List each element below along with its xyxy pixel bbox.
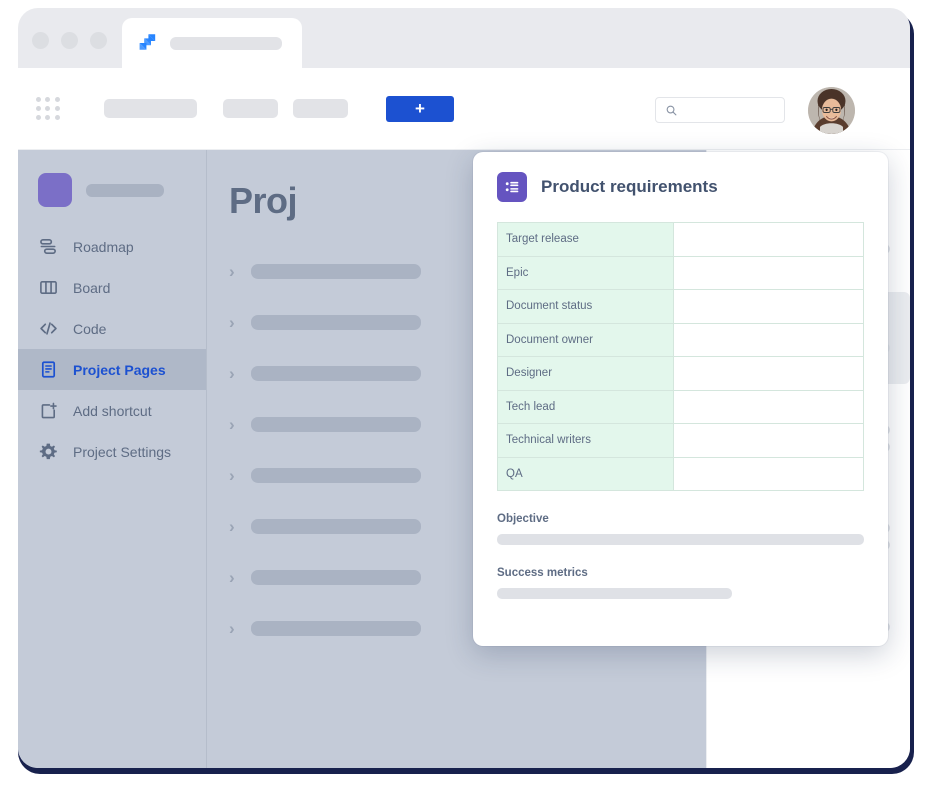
- sidebar-item-board[interactable]: Board: [18, 267, 206, 308]
- table-cell-key: Target release: [498, 223, 674, 257]
- project-avatar: [38, 173, 72, 207]
- sidebar-item-label: Board: [73, 280, 110, 296]
- nav-item-1-placeholder[interactable]: [104, 99, 197, 118]
- code-icon: [38, 318, 59, 339]
- list-item-placeholder: [251, 264, 421, 279]
- project-name-placeholder: [86, 184, 164, 197]
- sidebar-nav-list: Roadmap Board: [18, 226, 206, 472]
- table-row: Epic: [498, 256, 864, 290]
- product-requirements-preview-modal: Product requirements Target release Epic: [473, 152, 888, 646]
- minimize-window-button[interactable]: [61, 32, 78, 49]
- board-icon: [38, 277, 59, 298]
- maximize-window-button[interactable]: [90, 32, 107, 49]
- gear-icon: [38, 441, 59, 462]
- main-content: Proj › › › › ›: [206, 150, 706, 768]
- nav-item-2-placeholder[interactable]: [223, 99, 278, 118]
- table-cell-value[interactable]: [673, 323, 863, 357]
- grid-apps-icon[interactable]: [36, 97, 60, 121]
- requirements-table: Target release Epic Document status: [497, 222, 864, 491]
- roadmap-icon: [38, 236, 59, 257]
- table-cell-key: Designer: [498, 357, 674, 391]
- table-row: Technical writers: [498, 424, 864, 458]
- search-input[interactable]: [683, 105, 778, 116]
- browser-tab[interactable]: [122, 18, 302, 68]
- table-row: Tech lead: [498, 390, 864, 424]
- jira-logo-icon: [136, 32, 158, 54]
- sidebar-item-label: Project Settings: [73, 444, 171, 460]
- table-cell-key: Document status: [498, 290, 674, 324]
- list-item-placeholder: [251, 468, 421, 483]
- sidebar-item-project-settings[interactable]: Project Settings: [18, 431, 206, 472]
- sidebar-item-label: Project Pages: [73, 362, 166, 378]
- table-cell-key: QA: [498, 457, 674, 491]
- list-item-placeholder: [251, 417, 421, 432]
- sidebar-item-label: Roadmap: [73, 239, 134, 255]
- success-metrics-placeholder: [497, 588, 732, 599]
- nav-item-3-placeholder[interactable]: [293, 99, 348, 118]
- chevron-right-icon[interactable]: ›: [229, 314, 235, 331]
- table-cell-key: Epic: [498, 256, 674, 290]
- add-shortcut-icon: [38, 400, 59, 421]
- sidebar-item-label: Add shortcut: [73, 403, 152, 419]
- sidebar-item-label: Code: [73, 321, 106, 337]
- product-requirements-icon: [497, 172, 527, 202]
- search-icon: [666, 105, 677, 116]
- table-cell-value[interactable]: [673, 424, 863, 458]
- table-row: Designer: [498, 357, 864, 391]
- table-cell-value[interactable]: [673, 223, 863, 257]
- table-row: Document status: [498, 290, 864, 324]
- table-cell-value[interactable]: [673, 357, 863, 391]
- chevron-right-icon[interactable]: ›: [229, 569, 235, 586]
- table-cell-value[interactable]: [673, 290, 863, 324]
- objective-placeholder: [497, 534, 864, 545]
- list-item-placeholder: [251, 366, 421, 381]
- avatar[interactable]: [808, 87, 855, 134]
- table-row: Target release: [498, 223, 864, 257]
- chevron-right-icon[interactable]: ›: [229, 365, 235, 382]
- chevron-right-icon[interactable]: ›: [229, 620, 235, 637]
- sidebar-item-code[interactable]: Code: [18, 308, 206, 349]
- chevron-right-icon[interactable]: ›: [229, 263, 235, 280]
- table-cell-value[interactable]: [673, 256, 863, 290]
- modal-header: Product requirements: [497, 172, 864, 202]
- browser-titlebar: [18, 8, 910, 68]
- sidebar-item-add-shortcut[interactable]: Add shortcut: [18, 390, 206, 431]
- app-body: Roadmap Board: [18, 150, 910, 768]
- pages-icon: [38, 359, 59, 380]
- table-cell-value[interactable]: [673, 457, 863, 491]
- list-item-placeholder: [251, 621, 421, 636]
- app-toolbar: +: [18, 68, 910, 150]
- create-button[interactable]: +: [386, 96, 454, 122]
- window-controls[interactable]: [32, 32, 107, 49]
- chevron-right-icon[interactable]: ›: [229, 416, 235, 433]
- table-cell-key: Technical writers: [498, 424, 674, 458]
- search-box[interactable]: [655, 97, 785, 123]
- table-cell-key: Tech lead: [498, 390, 674, 424]
- objective-label: Objective: [497, 513, 864, 525]
- table-cell-key: Document owner: [498, 323, 674, 357]
- sidebar-item-roadmap[interactable]: Roadmap: [18, 226, 206, 267]
- list-item-placeholder: [251, 519, 421, 534]
- modal-title: Product requirements: [541, 177, 718, 197]
- browser-window: +: [18, 8, 910, 768]
- success-metrics-label: Success metrics: [497, 567, 864, 579]
- project-sidebar: Roadmap Board: [18, 150, 206, 768]
- sidebar-item-project-pages[interactable]: Project Pages: [18, 349, 206, 390]
- close-window-button[interactable]: [32, 32, 49, 49]
- project-header[interactable]: [18, 168, 206, 212]
- tab-title-placeholder: [170, 37, 282, 50]
- chevron-right-icon[interactable]: ›: [229, 518, 235, 535]
- table-cell-value[interactable]: [673, 390, 863, 424]
- list-item-placeholder: [251, 315, 421, 330]
- list-item-placeholder: [251, 570, 421, 585]
- table-row: QA: [498, 457, 864, 491]
- chevron-right-icon[interactable]: ›: [229, 467, 235, 484]
- table-row: Document owner: [498, 323, 864, 357]
